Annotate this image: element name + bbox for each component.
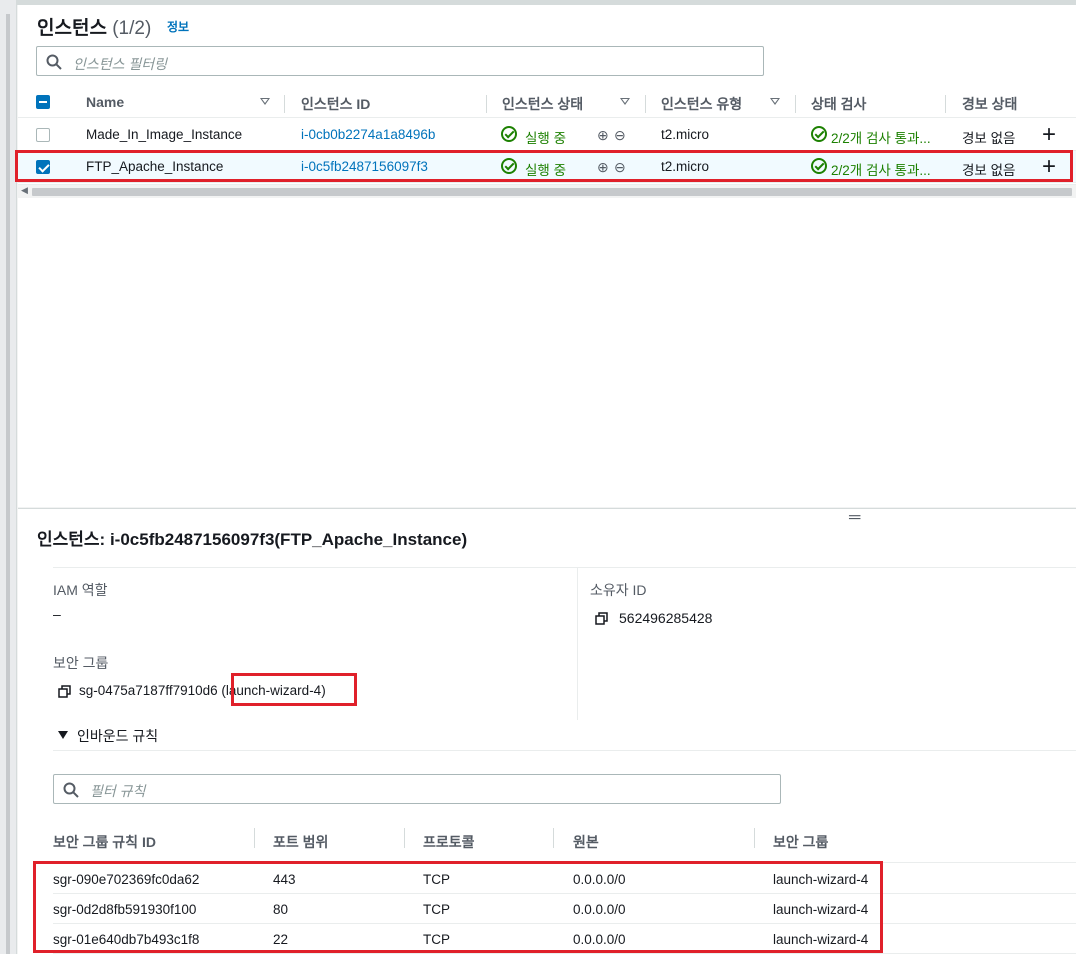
instance-state: 실행 중 <box>525 131 567 146</box>
rule-col-security-group[interactable]: 보안 그룹 <box>773 832 828 852</box>
instances-panel: 인스턴스 (1/2) 정보 인스턴스 필터링 Name 인스턴스 ID 인스턴스… <box>18 5 1076 507</box>
col-divider[interactable] <box>553 828 554 848</box>
horizontal-scrollbar-thumb[interactable] <box>32 188 1072 196</box>
check-circle-icon <box>811 126 827 142</box>
col-name[interactable]: Name <box>86 94 124 110</box>
col-instance-type[interactable]: 인스턴스 유형 <box>661 94 742 114</box>
horizontal-scrollbar[interactable]: ◀ <box>18 184 1076 198</box>
left-scrollbar[interactable] <box>0 0 17 954</box>
copy-icon[interactable] <box>58 685 71 698</box>
left-scrollbar-thumb[interactable] <box>6 14 10 954</box>
rule-col-protocol[interactable]: 프로토콜 <box>423 832 475 852</box>
add-alarm-icon[interactable]: + <box>1042 121 1056 149</box>
security-group-id[interactable]: sg-0475a7187ff7910d6 <box>79 683 218 698</box>
search-icon <box>63 782 79 798</box>
col-divider[interactable] <box>754 828 755 848</box>
sort-name-icon[interactable] <box>260 98 270 105</box>
info-link[interactable]: 정보 <box>167 18 189 35</box>
iam-role-label: IAM 역할 <box>53 582 108 598</box>
col-status-check[interactable]: 상태 검사 <box>811 94 866 114</box>
zoom-out-icon[interactable]: ⊖ <box>614 127 626 144</box>
instance-id-link[interactable]: i-0cb0b2274a1a8496b <box>301 127 435 142</box>
sort-type-icon[interactable] <box>770 98 780 105</box>
detail-title: 인스턴스: i-0c5fb2487156097f3(FTP_Apache_Ins… <box>37 530 468 549</box>
rule-col-source[interactable]: 원본 <box>573 832 599 852</box>
instance-type: t2.micro <box>661 127 710 142</box>
col-instance-id[interactable]: 인스턴스 ID <box>301 94 370 114</box>
owner-id-label: 소유자 ID <box>590 582 647 598</box>
highlight-selected-row <box>15 150 1073 182</box>
highlight-inbound-rules <box>33 861 883 953</box>
status-check[interactable]: 2/2개 검사 통과... <box>831 127 931 147</box>
sort-state-icon[interactable] <box>620 98 630 105</box>
highlight-security-group-name <box>231 673 357 706</box>
instances-count: (1/2) <box>112 18 152 39</box>
caret-down-icon[interactable] <box>58 731 68 739</box>
resize-handle-icon[interactable]: ═ <box>849 509 860 527</box>
check-circle-icon <box>501 126 517 142</box>
rules-filter-input[interactable]: 필터 규칙 <box>53 774 781 804</box>
search-icon <box>46 54 62 70</box>
zoom-in-icon[interactable]: ⊕ <box>597 127 609 144</box>
instances-table-header: Name 인스턴스 ID 인스턴스 상태 인스턴스 유형 상태 검사 경보 상태 <box>18 89 1076 118</box>
col-instance-state[interactable]: 인스턴스 상태 <box>502 94 583 114</box>
owner-id-value: 562496285428 <box>619 610 713 626</box>
security-group-label: 보안 그룹 <box>53 655 109 671</box>
col-divider[interactable] <box>486 95 487 113</box>
instances-title-text: 인스턴스 <box>37 18 107 39</box>
copy-icon[interactable] <box>595 612 608 625</box>
col-alarm-status[interactable]: 경보 상태 <box>962 94 1017 114</box>
rule-col-port[interactable]: 포트 범위 <box>273 832 328 852</box>
col-divider[interactable] <box>284 95 285 113</box>
column-divider <box>577 568 578 720</box>
instance-name: Made_In_Image_Instance <box>86 127 243 142</box>
col-divider[interactable] <box>645 95 646 113</box>
select-all-checkbox[interactable] <box>36 95 50 109</box>
col-divider[interactable] <box>254 828 255 848</box>
divider <box>53 750 1076 751</box>
scroll-left-arrow-icon[interactable]: ◀ <box>21 185 28 196</box>
iam-role-value: – <box>53 606 61 622</box>
instance-row[interactable]: Made_In_Image_Instance i-0cb0b2274a1a849… <box>18 119 1076 151</box>
col-divider[interactable] <box>404 828 405 848</box>
row-checkbox[interactable] <box>36 128 50 142</box>
instance-filter-placeholder: 인스턴스 필터링 <box>73 56 168 72</box>
inbound-rules-toggle[interactable]: 인바운드 규칙 <box>77 726 158 746</box>
col-divider[interactable] <box>945 95 946 113</box>
col-divider[interactable] <box>795 95 796 113</box>
rules-filter-placeholder: 필터 규칙 <box>90 783 146 799</box>
alarm-status: 경보 없음 <box>962 131 1016 146</box>
instances-title: 인스턴스 (1/2) <box>37 13 151 40</box>
rule-col-id[interactable]: 보안 그룹 규칙 ID <box>53 832 156 852</box>
instance-filter-input[interactable]: 인스턴스 필터링 <box>36 46 764 76</box>
